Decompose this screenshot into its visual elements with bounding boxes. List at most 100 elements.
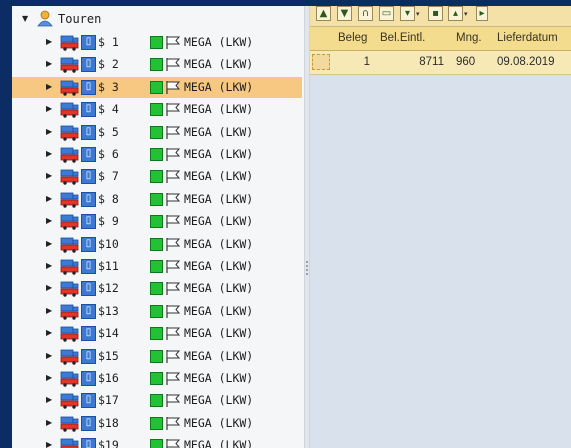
export-icon-button[interactable]: ▪	[428, 6, 443, 21]
tree-item[interactable]: ▶ ▯ $ 4 MEGA (LKW)	[12, 99, 302, 120]
expand-icon[interactable]: ▶	[46, 373, 52, 383]
expand-icon[interactable]: ▶	[46, 171, 52, 181]
expand-icon[interactable]: ▶	[46, 82, 52, 92]
folder-icon-button[interactable]: ▭	[379, 6, 394, 21]
tour-text: MEGA (LKW)	[184, 169, 254, 184]
green-status-icon	[150, 192, 163, 206]
expand-icon[interactable]: ▶	[46, 194, 52, 204]
document-box-icon: ▯	[81, 393, 96, 409]
flag-icon	[165, 259, 181, 274]
tree-item[interactable]: ▶ ▯ $ 8 MEGA (LKW)	[12, 189, 302, 210]
tour-number: $14	[98, 326, 119, 341]
dropdown-icon[interactable]: ▾	[416, 9, 422, 19]
expand-icon[interactable]: ▶	[46, 261, 52, 271]
table-row[interactable]: 1 8711 960 09.08.2019	[310, 51, 571, 75]
flag-icon	[165, 393, 181, 408]
expand-icon[interactable]: ▶	[46, 104, 52, 114]
truck-icon	[60, 438, 79, 448]
expand-icon[interactable]: ▶	[46, 395, 52, 405]
tree-root[interactable]: ▼ Touren	[12, 10, 302, 28]
layout-icon-button[interactable]: ▴	[448, 6, 463, 21]
tree-item[interactable]: ▶ ▯ $ 6 MEGA (LKW)	[12, 144, 302, 165]
green-status-icon	[150, 58, 163, 72]
tour-text: MEGA (LKW)	[184, 102, 254, 117]
document-box-icon: ▯	[81, 102, 96, 118]
flag-icon	[165, 214, 181, 229]
truck-icon	[60, 304, 79, 320]
expand-icon[interactable]: ▶	[46, 239, 52, 249]
expand-icon[interactable]: ▶	[46, 37, 52, 47]
tree-item[interactable]: ▶ ▯ $14 MEGA (LKW)	[12, 323, 302, 344]
green-status-icon	[150, 237, 163, 251]
tour-number: $18	[98, 415, 119, 430]
tour-text: MEGA (LKW)	[184, 281, 254, 296]
expand-icon[interactable]: ▶	[46, 59, 52, 69]
expand-icon[interactable]: ▶	[46, 418, 52, 428]
tree-item[interactable]: ▶ ▯ $ 1 MEGA (LKW)	[12, 32, 302, 53]
green-status-icon	[150, 372, 163, 385]
tree-item[interactable]: ▶ ▯ $10 MEGA (LKW)	[12, 234, 302, 255]
flag-icon	[165, 416, 181, 431]
flag-icon	[165, 326, 181, 341]
tour-text: MEGA (LKW)	[184, 147, 254, 161]
tree-item[interactable]: ▶ ▯ $12 MEGA (LKW)	[12, 278, 302, 299]
sort-icon-button[interactable]: ▾	[400, 6, 415, 21]
flag-icon	[165, 237, 181, 252]
green-status-icon	[150, 304, 163, 318]
tree-item[interactable]: ▶ ▯ $11 MEGA (LKW)	[12, 256, 302, 277]
tree-item[interactable]: ▶ ▯ $13 MEGA (LKW)	[12, 301, 302, 322]
tree-item[interactable]: ▶ ▯ $18 MEGA (LKW)	[12, 413, 302, 434]
tree-item[interactable]: ▶ ▯ $ 5 MEGA (LKW)	[12, 122, 302, 143]
document-box-icon: ▯	[81, 371, 96, 386]
col-header-mng[interactable]: Mng.	[454, 27, 492, 50]
expand-icon[interactable]: ▶	[46, 127, 52, 137]
grid-header-row: Beleg Bel.Eintl. Mng. Lieferdatum	[310, 27, 571, 51]
expand-icon[interactable]: ▶	[46, 149, 52, 159]
detail-pane: ▲ ▼ ∩ ▭ ▾ ▾ ▪ ▴ ▾ ▸ Beleg Bel.Eintl. Mng…	[310, 6, 571, 448]
tour-number: $ 3	[98, 79, 119, 94]
expand-icon[interactable]: ▶	[46, 351, 52, 361]
green-status-icon	[150, 327, 163, 341]
flag-icon	[165, 371, 181, 386]
tree-item[interactable]: ▶ ▯ $ 7 MEGA (LKW)	[12, 166, 302, 187]
green-status-icon	[150, 349, 163, 363]
truck-icon	[60, 349, 79, 365]
dropdown-icon[interactable]: ▾	[464, 9, 470, 19]
tree-item[interactable]: ▶ ▯ $15 MEGA (LKW)	[12, 346, 302, 367]
more-icon-button[interactable]: ▸	[476, 6, 488, 21]
filter-icon-button[interactable]: ▼	[337, 6, 352, 21]
tree-item[interactable]: ▶ ▯ $ 9 MEGA (LKW)	[12, 211, 302, 232]
tour-number: $12	[98, 281, 119, 296]
expand-icon[interactable]: ▶	[46, 306, 52, 316]
tree-item[interactable]: ▶ ▯ $ 3 MEGA (LKW)	[12, 76, 302, 98]
col-header-bel-eintl[interactable]: Bel.Eintl.	[378, 27, 450, 50]
splitter-grip[interactable]	[306, 261, 308, 275]
collapse-icon[interactable]: ▼	[22, 14, 28, 24]
cell-bel-eintl: 8711	[419, 56, 444, 68]
tree-item[interactable]: ▶ ▯ $17 MEGA (LKW)	[12, 390, 302, 411]
binoculars-icon-button[interactable]: ∩	[358, 6, 373, 21]
tour-number: $ 4	[98, 102, 119, 117]
col-header-lieferdatum[interactable]: Lieferdatum	[495, 27, 571, 50]
tour-tree: ▼ Touren ▶ ▯ $ 1 MEGA (LKW) ▶ ▯ $ 2 MEGA (LKW) ▶…	[12, 6, 304, 448]
expand-icon[interactable]: ▶	[46, 328, 52, 338]
green-status-icon	[150, 394, 163, 408]
truck-icon	[60, 80, 79, 96]
green-status-icon	[150, 148, 163, 161]
expand-icon[interactable]: ▶	[46, 440, 52, 448]
cell-lieferdatum: 09.08.2019	[497, 56, 555, 68]
tour-text: MEGA (LKW)	[184, 259, 254, 273]
document-box-icon: ▯	[81, 438, 96, 448]
green-status-icon	[150, 282, 163, 296]
tree-item[interactable]: ▶ ▯ $ 2 MEGA (LKW)	[12, 54, 302, 75]
tree-item[interactable]: ▶ ▯ $19 MEGA (LKW)	[12, 435, 302, 448]
expand-icon[interactable]: ▶	[46, 283, 52, 293]
col-header-beleg[interactable]: Beleg	[336, 27, 374, 50]
green-status-icon	[150, 215, 163, 229]
row-selector[interactable]	[312, 54, 330, 70]
user-icon-button[interactable]: ▲	[316, 6, 331, 21]
expand-icon[interactable]: ▶	[46, 216, 52, 226]
tree-item[interactable]: ▶ ▯ $16 MEGA (LKW)	[12, 368, 302, 389]
cell-beleg: 1	[363, 56, 370, 68]
tour-text: MEGA (LKW)	[184, 415, 254, 430]
